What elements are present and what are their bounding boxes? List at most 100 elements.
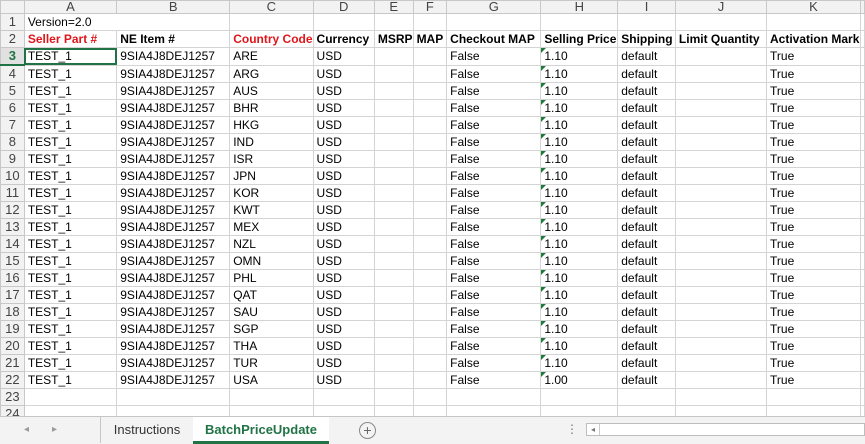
cell[interactable]: TEST_1 [23, 371, 118, 389]
cell[interactable]: False [446, 252, 542, 270]
column-header[interactable]: D [312, 0, 375, 14]
row-header[interactable]: 17 [0, 286, 25, 304]
cell[interactable]: default [617, 235, 676, 253]
cell[interactable]: USD [312, 235, 375, 253]
cell[interactable] [674, 116, 768, 134]
cell[interactable]: USD [312, 218, 375, 236]
cell[interactable] [23, 388, 118, 406]
cell[interactable] [412, 405, 448, 416]
cell[interactable] [766, 13, 861, 31]
cell[interactable]: False [446, 337, 542, 355]
cell[interactable]: 9SIA4J8DEJ1257 [116, 252, 231, 270]
cell[interactable]: MEX [229, 218, 314, 236]
cell[interactable]: default [617, 252, 676, 270]
cell[interactable]: False [446, 167, 542, 185]
cell[interactable]: TEST_1 [23, 320, 118, 338]
cell[interactable]: True [766, 320, 861, 338]
cell[interactable] [674, 47, 768, 66]
header-cell[interactable]: Country Code [229, 30, 314, 48]
cell[interactable] [312, 405, 375, 416]
cell[interactable]: KOR [229, 184, 314, 202]
cell[interactable]: USD [312, 116, 375, 134]
cell[interactable]: TEST_1 [23, 337, 118, 355]
cell[interactable]: True [766, 64, 861, 83]
cell[interactable]: 9SIA4J8DEJ1257 [116, 235, 231, 253]
cell[interactable]: JPN [229, 167, 314, 185]
row-header[interactable]: 22 [0, 371, 25, 389]
cell[interactable]: True [766, 269, 861, 287]
cell[interactable] [674, 286, 768, 304]
cell[interactable]: USD [312, 354, 375, 372]
cell[interactable]: default [617, 320, 676, 338]
cell[interactable]: False [446, 64, 542, 83]
header-cell[interactable]: Currency [312, 30, 375, 48]
header-cell[interactable]: MAP [412, 30, 448, 48]
cell[interactable]: default [617, 371, 676, 389]
cell[interactable] [373, 371, 414, 389]
cell[interactable] [674, 320, 768, 338]
cell[interactable]: False [446, 371, 542, 389]
cell[interactable] [412, 116, 448, 134]
tab-batchpriceupdate[interactable]: BatchPriceUpdate [193, 417, 329, 444]
cell[interactable] [373, 184, 414, 202]
cell[interactable]: True [766, 133, 861, 151]
cell[interactable]: False [446, 286, 542, 304]
cell[interactable]: HKG [229, 116, 314, 134]
cell[interactable]: default [617, 354, 676, 372]
row-header[interactable]: 4 [0, 64, 25, 83]
cell[interactable]: True [766, 167, 861, 185]
cell[interactable] [412, 269, 448, 287]
cell[interactable]: True [766, 354, 861, 372]
cell[interactable] [373, 320, 414, 338]
cell[interactable] [373, 235, 414, 253]
tab-instructions[interactable]: Instructions [100, 417, 194, 443]
cell[interactable]: 1.10 [540, 252, 619, 270]
cell[interactable] [617, 388, 676, 406]
column-header[interactable]: C [229, 0, 314, 14]
cell[interactable]: True [766, 235, 861, 253]
row-header[interactable]: 23 [0, 388, 25, 406]
cell[interactable]: ARG [229, 64, 314, 83]
cell[interactable]: 1.10 [540, 201, 619, 219]
cell[interactable]: 1.10 [540, 82, 619, 100]
cell[interactable]: False [446, 354, 542, 372]
cell[interactable] [674, 133, 768, 151]
cell[interactable] [412, 64, 448, 83]
header-cell[interactable]: NE Item # [116, 30, 231, 48]
cell[interactable]: default [617, 218, 676, 236]
cell[interactable] [373, 99, 414, 117]
tab-options-icon[interactable]: ⋮ [566, 422, 579, 436]
cell[interactable] [373, 405, 414, 416]
select-all-corner[interactable] [0, 0, 25, 14]
cell[interactable]: 1.10 [540, 218, 619, 236]
next-sheet-icon[interactable]: ▸ [52, 424, 57, 435]
cell[interactable]: default [617, 64, 676, 83]
cell[interactable]: 1.10 [540, 47, 619, 66]
cell[interactable]: False [446, 133, 542, 151]
cell[interactable]: True [766, 218, 861, 236]
cell[interactable]: default [617, 150, 676, 168]
cell[interactable]: USD [312, 47, 375, 66]
cell[interactable]: True [766, 286, 861, 304]
cell[interactable] [312, 13, 375, 31]
cell[interactable]: 1.10 [540, 354, 619, 372]
cell[interactable] [412, 218, 448, 236]
cell[interactable]: TEST_1 [23, 354, 118, 372]
cell[interactable] [373, 167, 414, 185]
cell[interactable] [412, 99, 448, 117]
cell[interactable] [412, 320, 448, 338]
cell[interactable]: default [617, 82, 676, 100]
column-header[interactable]: H [540, 0, 619, 14]
row-header[interactable]: 16 [0, 269, 25, 287]
row-header[interactable]: 5 [0, 82, 25, 100]
cell[interactable] [674, 337, 768, 355]
row-header[interactable]: 20 [0, 337, 25, 355]
cell[interactable] [373, 269, 414, 287]
cell[interactable]: True [766, 371, 861, 389]
cell[interactable]: default [617, 167, 676, 185]
cell[interactable]: TEST_1 [23, 64, 118, 83]
cell[interactable]: USD [312, 252, 375, 270]
header-cell[interactable]: Checkout MAP [446, 30, 542, 48]
column-header[interactable]: I [617, 0, 676, 14]
cell[interactable]: IND [229, 133, 314, 151]
